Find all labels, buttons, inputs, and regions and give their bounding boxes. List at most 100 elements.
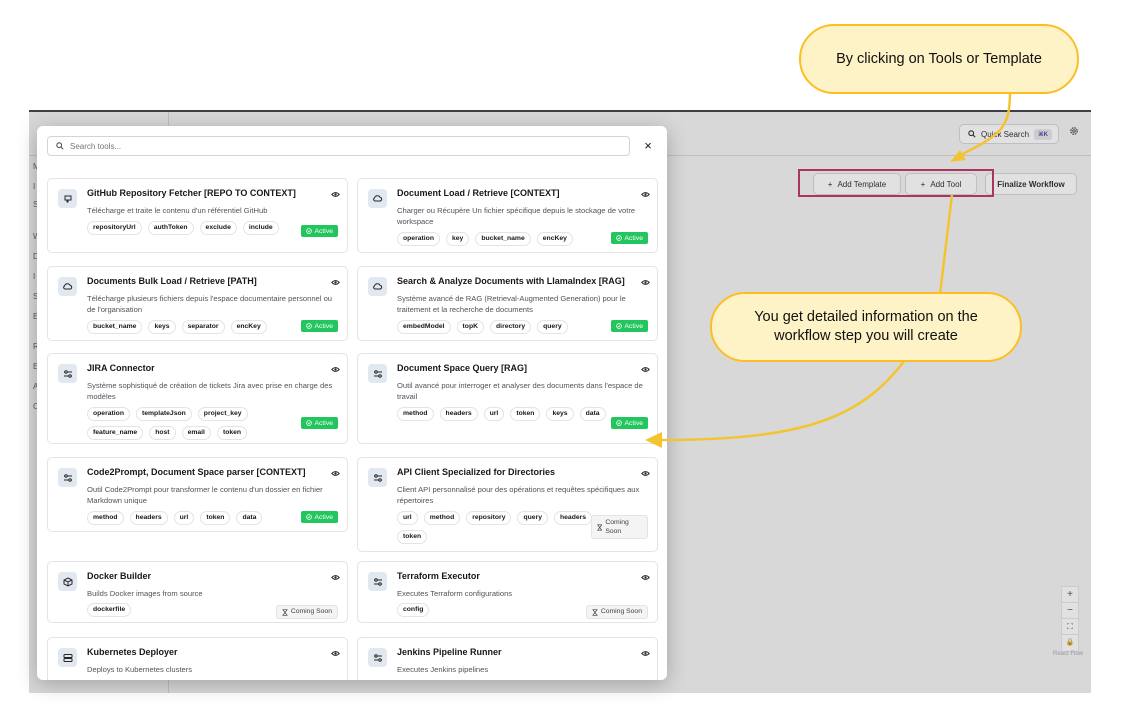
tool-description: Executes Jenkins pipelines — [397, 665, 489, 674]
status-label: Active — [314, 227, 333, 235]
eye-icon[interactable] — [641, 185, 650, 203]
tool-title: API Client Specialized for Directories — [397, 467, 556, 477]
tool-search-field[interactable] — [47, 136, 630, 156]
eye-icon[interactable] — [641, 568, 650, 586]
check-circle-icon — [306, 228, 313, 234]
parameter-tag: token — [216, 426, 248, 440]
parameter-tag: token — [397, 530, 428, 544]
parameter-tag: operation — [397, 232, 440, 246]
status-badge-active: Active — [301, 225, 338, 237]
tool-card[interactable]: Terraform Executor Executes Terraform con… — [357, 561, 658, 623]
parameter-tag: method — [423, 511, 461, 525]
parameter-tag: url — [173, 511, 195, 525]
parameter-tag: host — [149, 426, 176, 440]
parameter-tag: encKey — [536, 232, 573, 246]
tool-title: Documents Bulk Load / Retrieve [PATH] — [87, 276, 257, 286]
tool-card[interactable]: Documents Bulk Load / Retrieve [PATH] Tél… — [47, 266, 348, 341]
tool-description: Executes Terraform configurations — [397, 589, 513, 598]
check-circle-icon — [616, 420, 623, 426]
eye-icon[interactable] — [331, 568, 340, 586]
tool-card[interactable]: Search & Analyze Documents with LlamaInd… — [357, 266, 658, 341]
tool-title: Document Space Query [RAG] — [397, 363, 528, 373]
tool-description: Deploys to Kubernetes clusters — [87, 665, 193, 674]
tool-parameter-tags: operation key bucket_name encKey — [397, 232, 607, 246]
tool-description: Système sophistiqué de création de ticke… — [87, 381, 333, 401]
tool-card[interactable]: Code2Prompt, Document Space parser [CONT… — [47, 457, 348, 532]
status-badge-active: Active — [611, 417, 648, 429]
eye-icon[interactable] — [641, 464, 650, 482]
tool-card[interactable]: Jenkins Pipeline Runner Executes Jenkins … — [357, 637, 658, 680]
tool-parameter-tags: dockerfile — [87, 603, 297, 617]
stage: M I S W D I S E R E A O Quick Search ⌘K … — [0, 0, 1122, 716]
tool-card[interactable]: Document Load / Retrieve [CONTEXT] Charge… — [357, 178, 658, 253]
eye-icon[interactable] — [641, 644, 650, 662]
status-label: Coming Soon — [600, 608, 642, 615]
cloud-icon — [368, 277, 387, 296]
tool-parameter-tags: config — [397, 603, 607, 617]
status-badge-active: Active — [611, 232, 648, 244]
eye-icon[interactable] — [331, 273, 340, 291]
parameter-tag: operation — [87, 407, 130, 421]
tool-card[interactable]: GitHub Repository Fetcher [REPO TO CONTE… — [47, 178, 348, 253]
parameter-tag: bucket_name — [87, 320, 143, 334]
tool-title: Kubernetes Deployer — [87, 647, 178, 657]
tool-title: GitHub Repository Fetcher [REPO TO CONTE… — [87, 188, 296, 198]
check-circle-icon — [306, 420, 313, 426]
parameter-tag: url — [397, 511, 418, 525]
tool-parameter-tags: url method repository query headers token — [397, 511, 607, 544]
status-label: Coming Soon — [290, 608, 332, 615]
parameter-tag: directory — [490, 320, 532, 334]
server-icon — [58, 648, 77, 667]
eye-icon[interactable] — [331, 644, 340, 662]
status-badge-coming-soon: Coming Soon — [275, 605, 338, 619]
status-label: Active — [314, 322, 333, 330]
tool-description: Système avancé de RAG (Retrieval-Augment… — [397, 294, 626, 314]
eye-icon[interactable] — [331, 185, 340, 203]
parameter-tag: feature_name — [87, 426, 144, 440]
status-label: Active — [624, 234, 643, 242]
parameter-tag: query — [537, 320, 568, 334]
parameter-tag: templateJson — [135, 407, 192, 421]
status-label: Active — [314, 513, 333, 521]
tool-title: Search & Analyze Documents with LlamaInd… — [397, 276, 625, 286]
parameter-tag: authToken — [147, 221, 194, 235]
tool-parameter-tags: method headers url token data — [87, 511, 297, 525]
tool-card[interactable]: API Client Specialized for Directories Cl… — [357, 457, 658, 552]
parameter-tag: bucket_name — [475, 232, 531, 246]
tool-parameter-tags: bucket_name keys separator encKey — [87, 320, 297, 334]
parameter-tag: dockerfile — [87, 603, 132, 617]
eye-icon[interactable] — [331, 360, 340, 378]
hourglass-icon — [282, 608, 288, 616]
eye-icon[interactable] — [331, 464, 340, 482]
tool-parameter-tags: method headers url token keys data — [397, 407, 607, 421]
parameter-tag: headers — [129, 511, 168, 525]
eye-icon[interactable] — [641, 360, 650, 378]
close-modal-button[interactable]: × — [640, 138, 656, 154]
callout-top: By clicking on Tools or Template — [799, 24, 1079, 94]
parameter-tag: keys — [546, 407, 574, 421]
settings-sliders-icon — [58, 364, 77, 383]
github-icon — [58, 189, 77, 208]
tool-search-input[interactable] — [70, 141, 610, 151]
parameter-tag: token — [510, 407, 541, 421]
tool-description: Outil avancé pour interroger et analyser… — [397, 381, 643, 401]
eye-icon[interactable] — [641, 273, 650, 291]
search-icon — [56, 142, 64, 150]
parameter-tag: separator — [181, 320, 225, 334]
tool-card[interactable]: JIRA Connector Système sophistiqué de cré… — [47, 353, 348, 444]
settings-sliders-icon — [368, 572, 387, 591]
tool-card[interactable]: Kubernetes Deployer Deploys to Kubernetes… — [47, 637, 348, 680]
tool-card[interactable]: Docker Builder Builds Docker images from … — [47, 561, 348, 623]
tool-card[interactable]: Document Space Query [RAG] Outil avancé p… — [357, 353, 658, 444]
tool-title: Docker Builder — [87, 571, 152, 581]
status-badge-coming-soon: Coming Soon — [591, 515, 648, 539]
parameter-tag: keys — [148, 320, 176, 334]
parameter-tag: headers — [554, 511, 593, 525]
tool-parameter-tags: embedModel topK directory query — [397, 320, 607, 334]
parameter-tag: include — [242, 221, 279, 235]
status-label: Coming Soon — [605, 519, 629, 535]
callout-middle: You get detailed information on the work… — [710, 292, 1022, 362]
tool-description: Télécharge plusieurs fichiers depuis l'e… — [87, 294, 333, 314]
settings-sliders-icon — [58, 468, 77, 487]
tool-description: Télécharge et traite le contenu d'un réf… — [87, 206, 268, 215]
